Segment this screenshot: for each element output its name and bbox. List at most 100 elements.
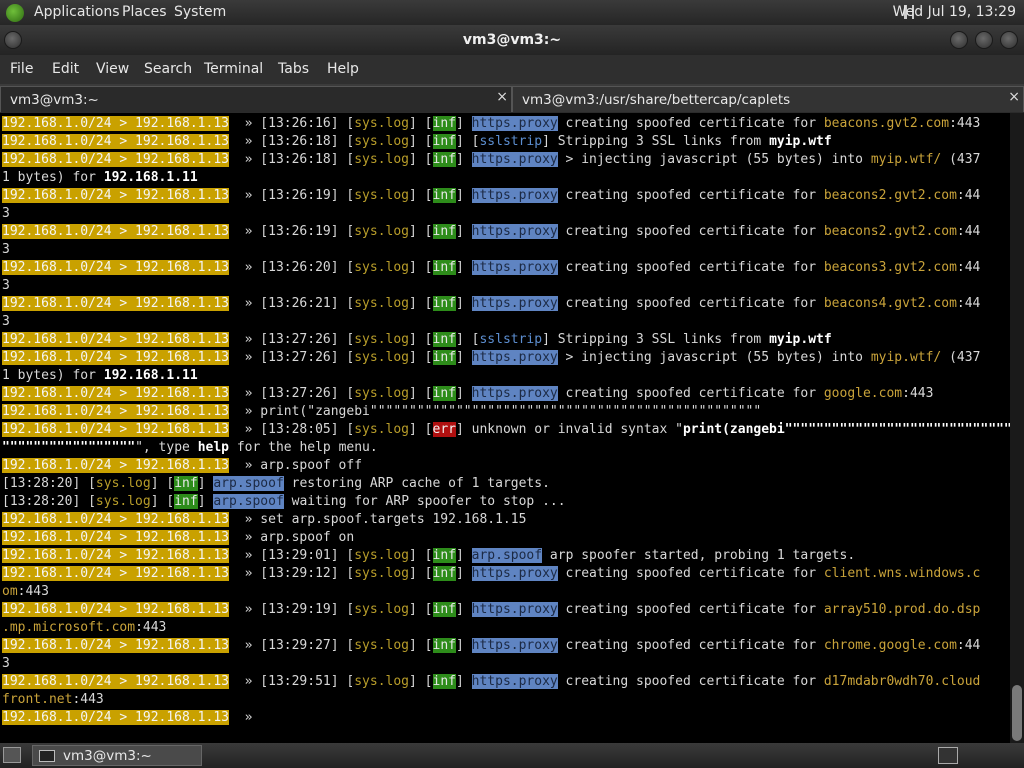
prompt: 192.168.1.0/24 > 192.168.1.13 [2,386,229,401]
terminal-scrollbar[interactable] [1010,113,1024,743]
text: ] [455,350,472,365]
prompt: 192.168.1.0/24 > 192.168.1.13 [2,152,229,167]
text: :443 [902,386,934,401]
close-tab-icon[interactable]: × [1008,89,1020,105]
text: » [13:28:05] [ [228,422,355,437]
text: ] [ [409,116,433,131]
text: creating spoofed certificate for [557,638,824,653]
prompt: 192.168.1.0/24 > 192.168.1.13 [2,512,229,527]
text: 1 bytes) for [2,368,104,383]
maximize-icon[interactable] [975,31,993,49]
text: ", type [135,440,198,455]
text: > injecting javascript (55 bytes) into [557,152,871,167]
log-source: sys.log [354,152,410,167]
menu-system[interactable]: System [174,4,226,20]
text: creating spoofed certificate for [557,260,824,275]
text: » [13:29:51] [ [228,674,355,689]
terminal-line: 3 [2,655,1010,673]
prompt: 192.168.1.0/24 > 192.168.1.13 [2,260,229,275]
close-tab-icon[interactable]: × [496,89,508,105]
menu-applications[interactable]: Applications [34,4,120,20]
text: » arp.spoof off [228,458,363,473]
menu-view[interactable]: View [96,61,129,77]
module-tag: https.proxy [471,386,558,401]
taskbar-window-button[interactable]: vm3@vm3:~ [32,745,202,766]
prompt: 192.168.1.0/24 > 192.168.1.13 [2,548,229,563]
text: :44 [956,296,981,311]
text: arp spoofer started, probing 1 targets. [542,548,856,563]
text: [13:28:20] [ [2,494,96,509]
terminal-line: 192.168.1.0/24 > 192.168.1.13 » print("z… [2,403,1010,421]
text: ] [ [409,566,433,581]
level-inf-badge: inf [432,134,456,149]
terminal-line: 192.168.1.0/24 > 192.168.1.13 » arp.spoo… [2,457,1010,475]
menu-edit[interactable]: Edit [52,61,79,77]
text: ] [ [409,188,433,203]
scrollbar-thumb[interactable] [1012,685,1022,741]
tab-home[interactable]: vm3@vm3:~ × [0,86,512,112]
log-source: sys.log [354,674,410,689]
text: ] [455,116,472,131]
text: :443 [135,620,167,635]
menu-terminal[interactable]: Terminal [204,61,263,77]
level-inf-badge: inf [432,350,456,365]
bold-text: """"""""""""""""" [2,440,136,455]
menu-tabs[interactable]: Tabs [278,61,309,77]
text: restoring ARP cache of 1 targets. [283,476,550,491]
menu-search[interactable]: Search [144,61,192,77]
terminal-line: 192.168.1.0/24 > 192.168.1.13 » arp.spoo… [2,529,1010,547]
text: (437 [941,350,981,365]
top-panel: Applications Places System Wed Jul 19, 1… [0,0,1024,25]
text: ] [ [409,638,433,653]
window-titlebar[interactable]: vm3@vm3:~ [0,25,1024,55]
text: creating spoofed certificate for [557,116,824,131]
level-inf-badge: inf [432,548,456,563]
menu-help[interactable]: Help [327,61,359,77]
tab-caplets[interactable]: vm3@vm3:/usr/share/bettercap/caplets × [512,86,1024,112]
hostname: beacons.gvt2.com [823,116,950,131]
text: ] [ [409,152,433,167]
workspace-switcher-icon[interactable] [938,747,958,764]
log-source: sys.log [354,350,410,365]
prompt: 192.168.1.0/24 > 192.168.1.13 [2,602,229,617]
module-tag: https.proxy [471,602,558,617]
hostname: front.net [2,692,73,707]
terminal-line: 3 [2,277,1010,295]
module-tag: arp.spoof [213,476,284,491]
text: ] [ [409,602,433,617]
text: ] Stripping 3 SSL links from [542,134,770,149]
terminal-line: 192.168.1.0/24 > 192.168.1.13 » [13:26:1… [2,187,1010,205]
text: :443 [949,116,981,131]
module-tag: https.proxy [471,116,558,131]
level-inf-badge: inf [432,116,456,131]
prompt: 192.168.1.0/24 > 192.168.1.13 [2,458,229,473]
module-tag: arp.spoof [213,494,284,509]
text: ] [455,152,472,167]
minimize-icon[interactable] [950,31,968,49]
terminal-area[interactable]: 192.168.1.0/24 > 192.168.1.13 » [13:26:1… [0,113,1010,743]
module-tag: https.proxy [471,638,558,653]
text: ] [ [409,422,433,437]
text: ] [ [150,476,175,491]
level-err-badge: err [432,422,456,437]
text: ] [455,566,472,581]
distro-logo-icon[interactable] [6,4,24,22]
menu-places[interactable]: Places [122,4,167,20]
text: » arp.spoof on [228,530,355,545]
text: creating spoofed certificate for [557,188,824,203]
prompt: 192.168.1.0/24 > 192.168.1.13 [2,530,229,545]
terminal-line: 192.168.1.0/24 > 192.168.1.13 » [13:29:5… [2,673,1010,691]
level-inf-badge: inf [174,476,198,491]
hostname: myip.wtf/ [870,350,942,365]
clock[interactable]: Wed Jul 19, 13:29 [893,4,1016,20]
text: » print("zangebi""""""""""""""""""""""""… [228,404,762,419]
prompt: 192.168.1.0/24 > 192.168.1.13 [2,134,229,149]
log-source: sys.log [354,116,410,131]
terminal-line: 192.168.1.0/24 > 192.168.1.13 » [13:26:2… [2,295,1010,313]
level-inf-badge: inf [432,386,456,401]
close-window-icon[interactable] [1000,31,1018,49]
show-desktop-icon[interactable] [3,747,21,763]
log-source: sys.log [354,548,410,563]
terminal-line: 3 [2,241,1010,259]
menu-file[interactable]: File [10,61,33,77]
